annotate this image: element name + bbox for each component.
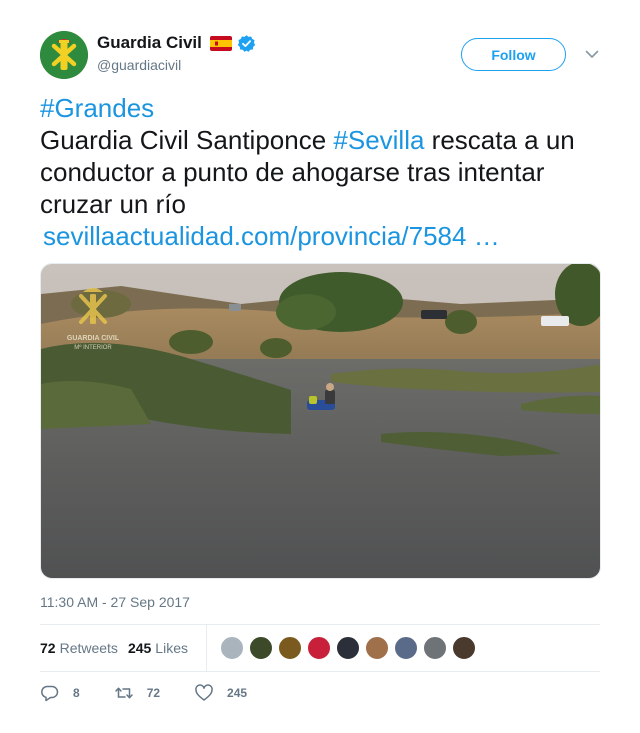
- heart-icon: [195, 684, 213, 701]
- tweet-media-photo[interactable]: GUARDIA CIVIL Mº INTERIOR: [40, 263, 601, 579]
- tweet-text-part1: Guardia Civil Santiponce: [40, 125, 334, 155]
- retweet-icon: [114, 687, 133, 699]
- reply-icon: [41, 685, 59, 702]
- watermark-line1: GUARDIA CIVIL: [67, 335, 120, 342]
- engagement-stats: 72 Retweets 245 Likes: [40, 625, 600, 671]
- verified-badge-icon: [237, 34, 256, 52]
- reply-count: 8: [73, 686, 80, 700]
- liker-avatar[interactable]: [335, 636, 360, 660]
- user-handle[interactable]: @guardiacivil: [97, 57, 256, 73]
- liker-avatar[interactable]: [277, 636, 302, 660]
- follow-button[interactable]: Follow: [461, 38, 566, 71]
- guardia-civil-emblem-icon: [40, 31, 88, 79]
- liker-avatar[interactable]: [422, 636, 447, 660]
- hashtag-sevilla[interactable]: #Sevilla: [333, 125, 424, 155]
- tweet-header: Guardia Civil @guardiacivil Follow: [40, 31, 602, 81]
- tweet-actions: 8 72 245: [40, 682, 281, 704]
- river-rescue-photo: GUARDIA CIVIL Mº INTERIOR: [41, 264, 600, 578]
- liker-avatar[interactable]: [364, 636, 389, 660]
- tweet-text: #Grandes Guardia Civil Santiponce #Sevil…: [40, 92, 600, 252]
- retweet-button[interactable]: 72: [114, 683, 160, 703]
- divider-bottom: [40, 671, 600, 672]
- liker-avatar[interactable]: [451, 636, 476, 660]
- reply-button[interactable]: 8: [40, 683, 80, 703]
- likes-count: 245: [127, 640, 152, 656]
- likes-stat[interactable]: 245 Likes: [128, 640, 188, 656]
- chevron-down-icon[interactable]: [583, 45, 601, 63]
- retweets-label: Retweets: [59, 640, 118, 656]
- like-button[interactable]: 245: [194, 683, 247, 703]
- display-name[interactable]: Guardia Civil: [97, 33, 202, 53]
- hashtag-grandes[interactable]: #Grandes: [40, 93, 154, 123]
- retweets-stat[interactable]: 72 Retweets: [40, 640, 118, 656]
- like-count: 245: [227, 686, 248, 700]
- watermark-line2: Mº INTERIOR: [74, 344, 112, 351]
- liker-avatar[interactable]: [306, 636, 331, 660]
- retweet-count: 72: [146, 686, 161, 700]
- stats-separator: [205, 625, 207, 671]
- retweets-count: 72: [40, 640, 56, 656]
- liker-avatar[interactable]: [219, 636, 244, 660]
- likes-label: Likes: [155, 640, 188, 656]
- spain-flag-icon: [209, 35, 232, 51]
- tweet-timestamp[interactable]: 11:30 AM - 27 Sep 2017: [40, 594, 190, 610]
- avatar[interactable]: [40, 31, 88, 79]
- tweet-link[interactable]: sevillaactualidad.com/provincia/7584 …: [40, 221, 500, 251]
- liker-avatar[interactable]: [393, 636, 418, 660]
- liker-avatar[interactable]: [248, 636, 273, 660]
- user-info: Guardia Civil @guardiacivil: [97, 33, 256, 73]
- likers-avatars: [219, 636, 481, 660]
